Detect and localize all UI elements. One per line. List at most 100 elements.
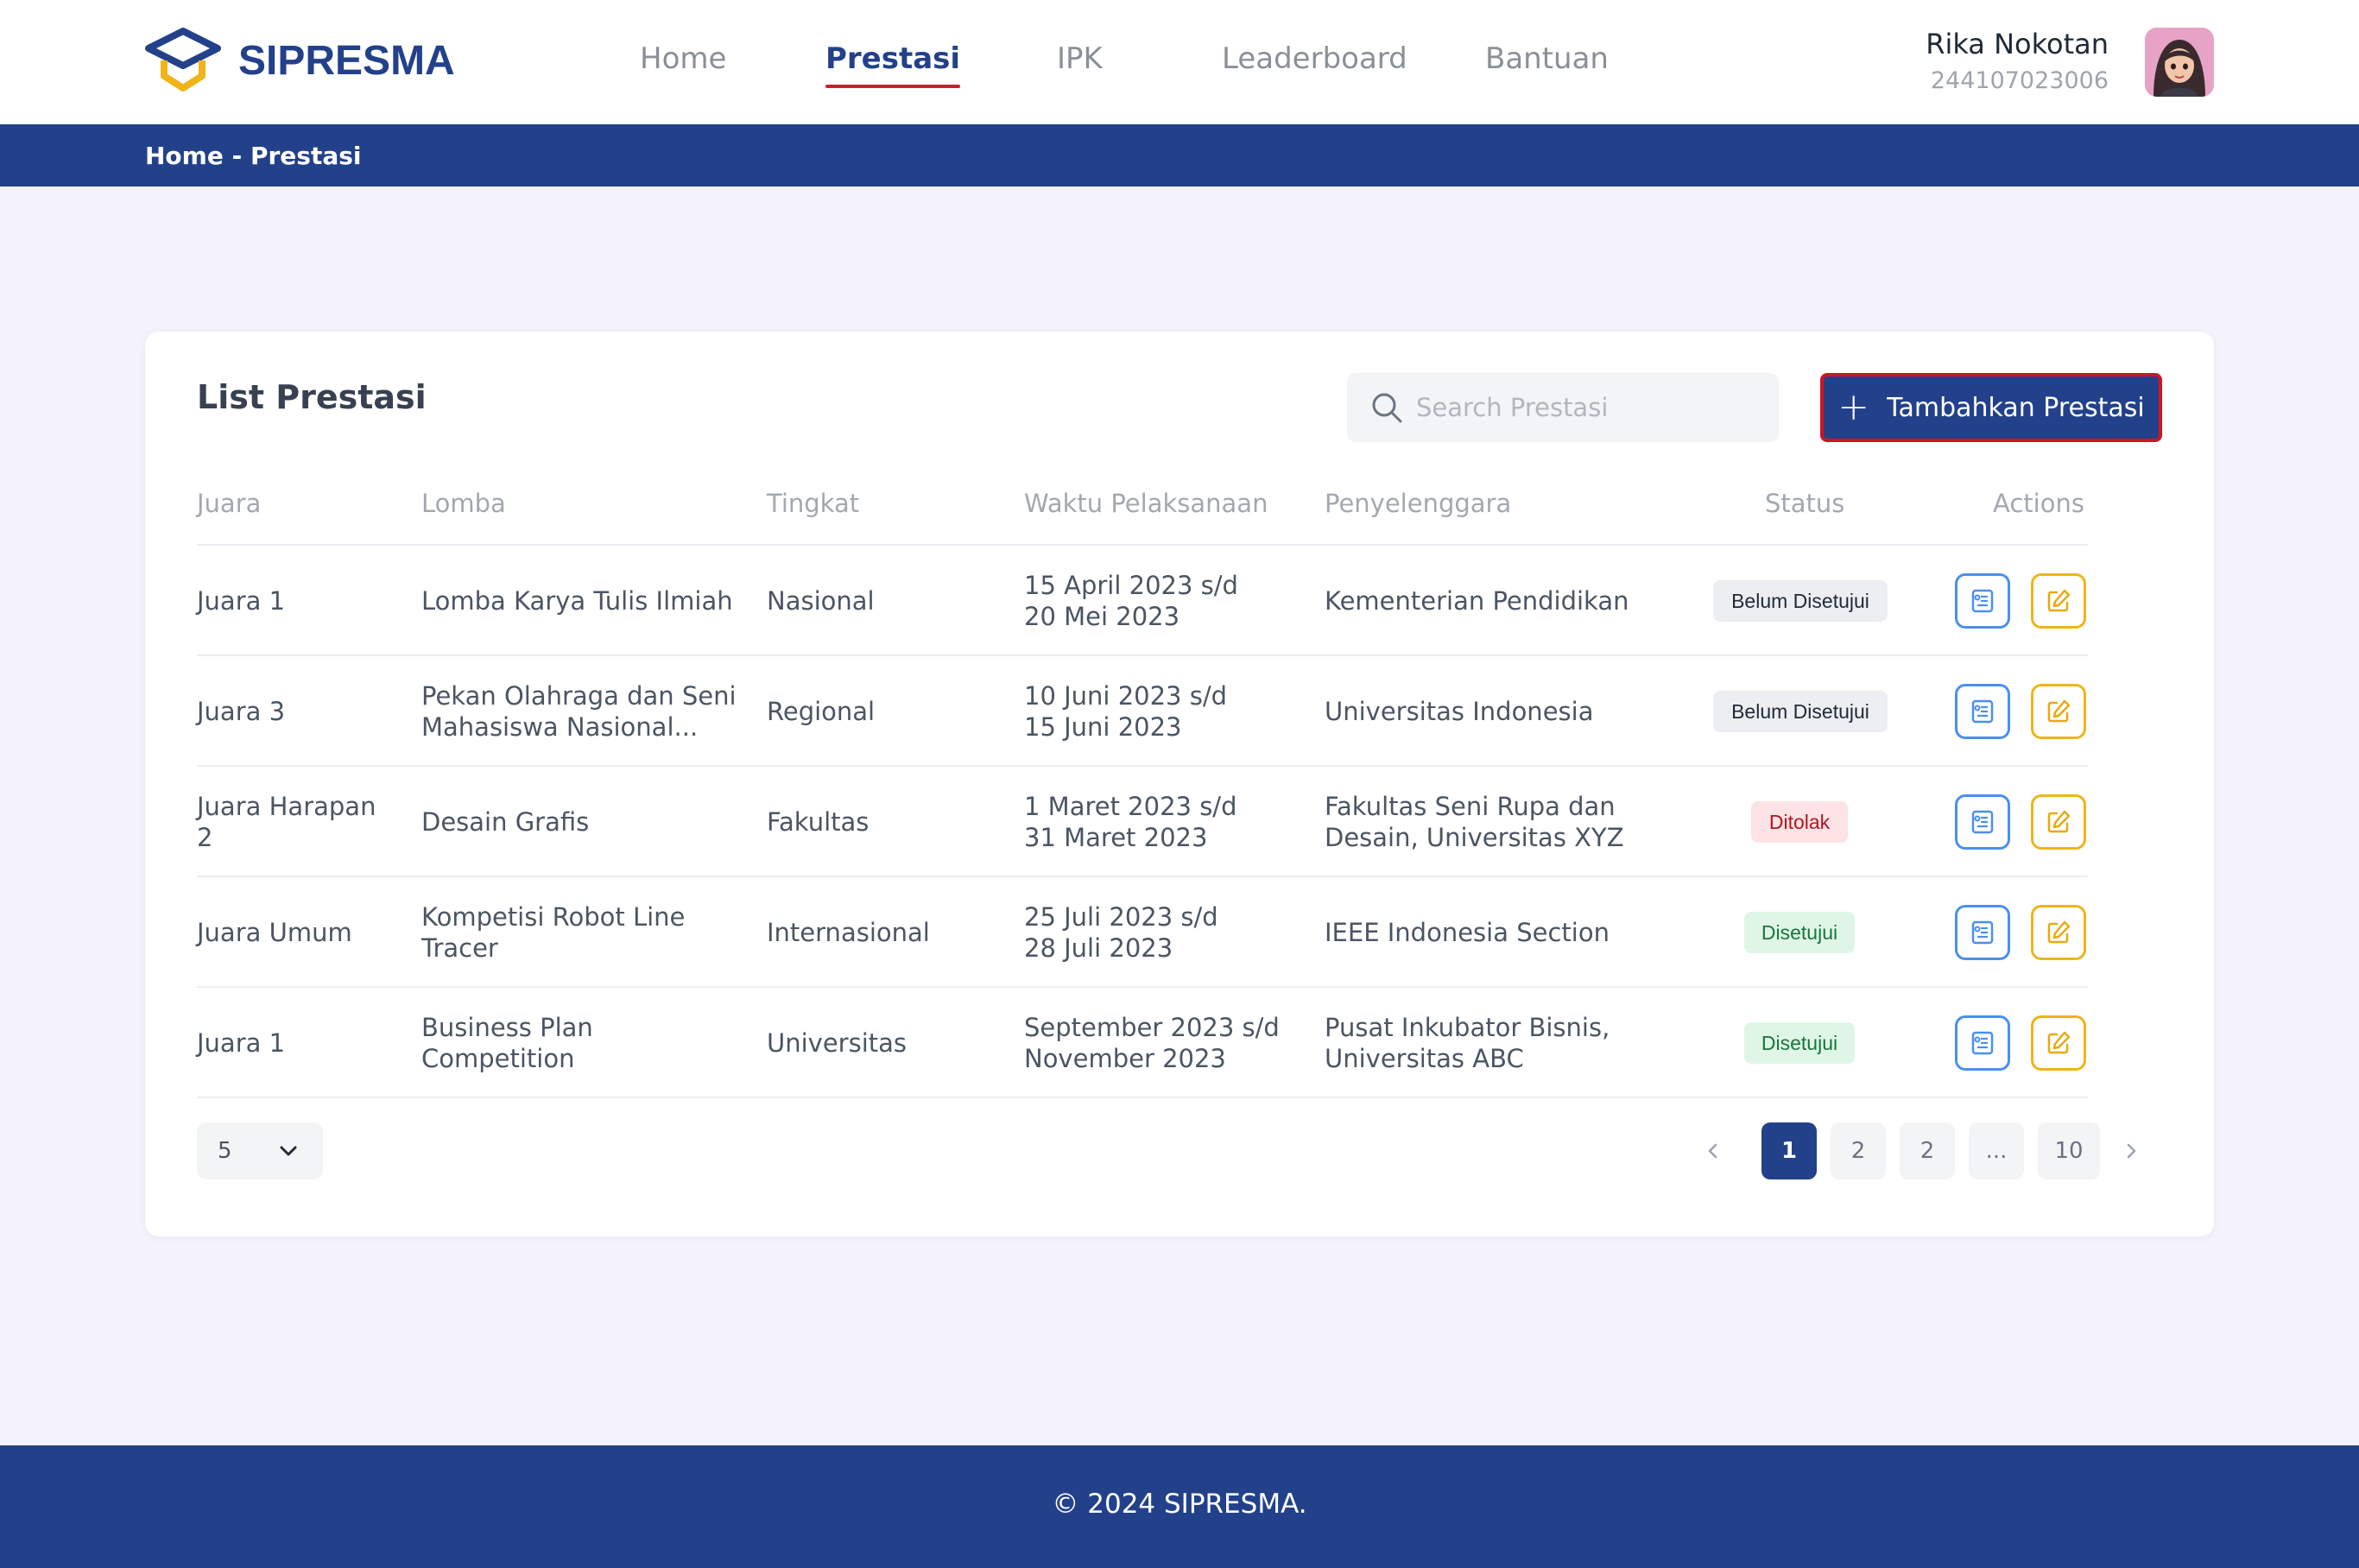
penyelenggara-line-2: Universitas ABC <box>1325 1044 1524 1073</box>
cell-waktu: 10 Juni 2023 s/d 15 Juni 2023 <box>1024 656 1300 767</box>
next-page-button[interactable] <box>2112 1122 2150 1179</box>
page-button-1[interactable]: 1 <box>1761 1122 1817 1179</box>
edit-button[interactable] <box>2031 684 2086 739</box>
cell-tingkat: Universitas <box>767 1027 908 1058</box>
nav-home[interactable]: Home <box>640 41 726 76</box>
footer-copyright: © 2024 SIPRESMA. <box>1052 1489 1307 1520</box>
avatar[interactable] <box>2145 28 2214 97</box>
graduation-cap-icon <box>145 28 221 92</box>
penyelenggara-line-1: Universitas Indonesia <box>1325 696 1594 726</box>
penyelenggara-line-1: IEEE Indonesia Section <box>1325 917 1610 947</box>
edit-button[interactable] <box>2031 905 2086 960</box>
page-button-3[interactable]: 2 <box>1900 1122 1955 1179</box>
user-info[interactable]: Rika Nokotan 244107023006 <box>1926 28 2109 94</box>
nav-bantuan[interactable]: Bantuan <box>1485 41 1609 76</box>
status-badge: Belum Disetujui <box>1713 580 1888 622</box>
edit-button[interactable] <box>2031 573 2086 629</box>
prestasi-card: List Prestasi + Tambahkan Prestasi Juara… <box>145 332 2214 1236</box>
nav-leaderboard[interactable]: Leaderboard <box>1222 41 1407 76</box>
header-status[interactable]: Status <box>1765 489 1844 518</box>
waktu-end: 31 Maret 2023 <box>1024 823 1208 852</box>
detail-icon <box>1971 810 1994 834</box>
cell-juara: Juara Harapan 2 <box>197 791 376 852</box>
edit-icon <box>2047 1031 2071 1054</box>
app-logo[interactable]: SIPRESMA <box>145 26 455 95</box>
search-box[interactable] <box>1347 373 1779 442</box>
waktu-start: 15 April 2023 s/d <box>1024 570 1238 600</box>
search-input[interactable] <box>1416 393 1761 422</box>
chevron-left-icon <box>1708 1143 1717 1159</box>
penyelenggara-line-1: Pusat Inkubator Bisnis, <box>1325 1012 1610 1042</box>
status-badge: Disetujui <box>1744 1022 1855 1064</box>
cell-juara: Juara 1 <box>197 585 286 616</box>
view-button[interactable] <box>1955 794 2010 850</box>
cell-penyelenggara: Kementerian Pendidikan <box>1325 546 1687 656</box>
plus-icon: + <box>1837 385 1870 429</box>
add-prestasi-label: Tambahkan Prestasi <box>1887 392 2145 423</box>
app-name: SIPRESMA <box>238 37 455 84</box>
view-button[interactable] <box>1955 905 2010 960</box>
detail-icon <box>1971 1031 1994 1055</box>
page-size-value: 5 <box>218 1138 232 1164</box>
cell-waktu: 1 Maret 2023 s/d 31 Maret 2023 <box>1024 767 1300 877</box>
cell-lomba: Kompetisi Robot Line Tracer <box>421 901 686 963</box>
waktu-end: 20 Mei 2023 <box>1024 602 1180 631</box>
cell-lomba: Business Plan Competition <box>421 1012 593 1073</box>
nav-prestasi[interactable]: Prestasi <box>825 41 961 88</box>
status-badge: Disetujui <box>1744 912 1855 953</box>
cell-waktu: September 2023 s/d November 2023 <box>1024 988 1300 1098</box>
cell-lomba: Pekan Olahraga dan Seni Mahasiswa Nasion… <box>421 680 737 742</box>
edit-icon <box>2047 810 2071 833</box>
edit-icon <box>2047 589 2071 612</box>
cell-waktu: 15 April 2023 s/d 20 Mei 2023 <box>1024 546 1300 656</box>
add-prestasi-button[interactable]: + Tambahkan Prestasi <box>1820 373 2162 442</box>
top-navbar: SIPRESMA Home Prestasi IPK Leaderboard B… <box>0 0 2359 124</box>
penyelenggara-line-1: Kementerian Pendidikan <box>1325 585 1629 616</box>
detail-icon <box>1971 589 1994 613</box>
header-penyelenggara[interactable]: Penyelenggara <box>1325 489 1511 518</box>
view-button[interactable] <box>1955 1015 2010 1071</box>
header-waktu[interactable]: Waktu Pelaksanaan <box>1024 489 1268 518</box>
header-tingkat[interactable]: Tingkat <box>767 489 859 518</box>
waktu-end: 28 Juli 2023 <box>1024 933 1173 963</box>
user-name: Rika Nokotan <box>1926 28 2109 60</box>
penyelenggara-line-1: Fakultas Seni Rupa dan <box>1325 791 1616 821</box>
cell-tingkat: Fakultas <box>767 806 870 837</box>
header-lomba[interactable]: Lomba <box>421 489 506 518</box>
edit-button[interactable] <box>2031 794 2086 850</box>
cell-juara: Juara 1 <box>197 1027 286 1058</box>
cell-tingkat: Nasional <box>767 585 875 616</box>
view-button[interactable] <box>1955 684 2010 739</box>
cell-tingkat: Regional <box>767 696 876 726</box>
edit-button[interactable] <box>2031 1015 2086 1071</box>
waktu-start: September 2023 s/d <box>1024 1012 1280 1042</box>
page-size-select[interactable]: 5 <box>197 1122 323 1179</box>
page-button-2[interactable]: 2 <box>1831 1122 1886 1179</box>
waktu-start: 10 Juni 2023 s/d <box>1024 680 1228 711</box>
header-juara[interactable]: Juara <box>197 489 261 518</box>
waktu-end: 15 Juni 2023 <box>1024 712 1182 742</box>
cell-tingkat: Internasional <box>767 917 930 947</box>
page-ellipsis: ... <box>1969 1122 2024 1179</box>
view-button[interactable] <box>1955 573 2010 629</box>
footer: © 2024 SIPRESMA. <box>0 1445 2359 1568</box>
breadcrumb-bar: Home - Prestasi <box>0 124 2359 187</box>
table-row: Juara Harapan 2 Desain Grafis Fakultas 1… <box>197 765 2088 876</box>
edit-icon <box>2047 699 2071 723</box>
cell-waktu: 25 Juli 2023 s/d 28 Juli 2023 <box>1024 877 1300 988</box>
cell-lomba: Lomba Karya Tulis Ilmiah <box>421 585 733 616</box>
cell-penyelenggara: Universitas Indonesia <box>1325 656 1687 767</box>
penyelenggara-line-2: Desain, Universitas XYZ <box>1325 823 1624 852</box>
nav-ipk[interactable]: IPK <box>1057 41 1103 76</box>
card-title: List Prestasi <box>197 378 427 416</box>
page-button-10[interactable]: 10 <box>2038 1122 2100 1179</box>
cell-juara: Juara Umum <box>197 917 352 947</box>
waktu-end: November 2023 <box>1024 1044 1226 1073</box>
cell-juara: Juara 3 <box>197 696 286 726</box>
cell-penyelenggara: Pusat Inkubator Bisnis, Universitas ABC <box>1325 988 1687 1098</box>
breadcrumb[interactable]: Home - Prestasi <box>145 142 361 170</box>
waktu-start: 25 Juli 2023 s/d <box>1024 901 1218 932</box>
prev-page-button[interactable] <box>1694 1122 1732 1179</box>
table-row: Juara 3 Pekan Olahraga dan Seni Mahasisw… <box>197 654 2088 765</box>
chevron-down-icon <box>280 1146 297 1156</box>
